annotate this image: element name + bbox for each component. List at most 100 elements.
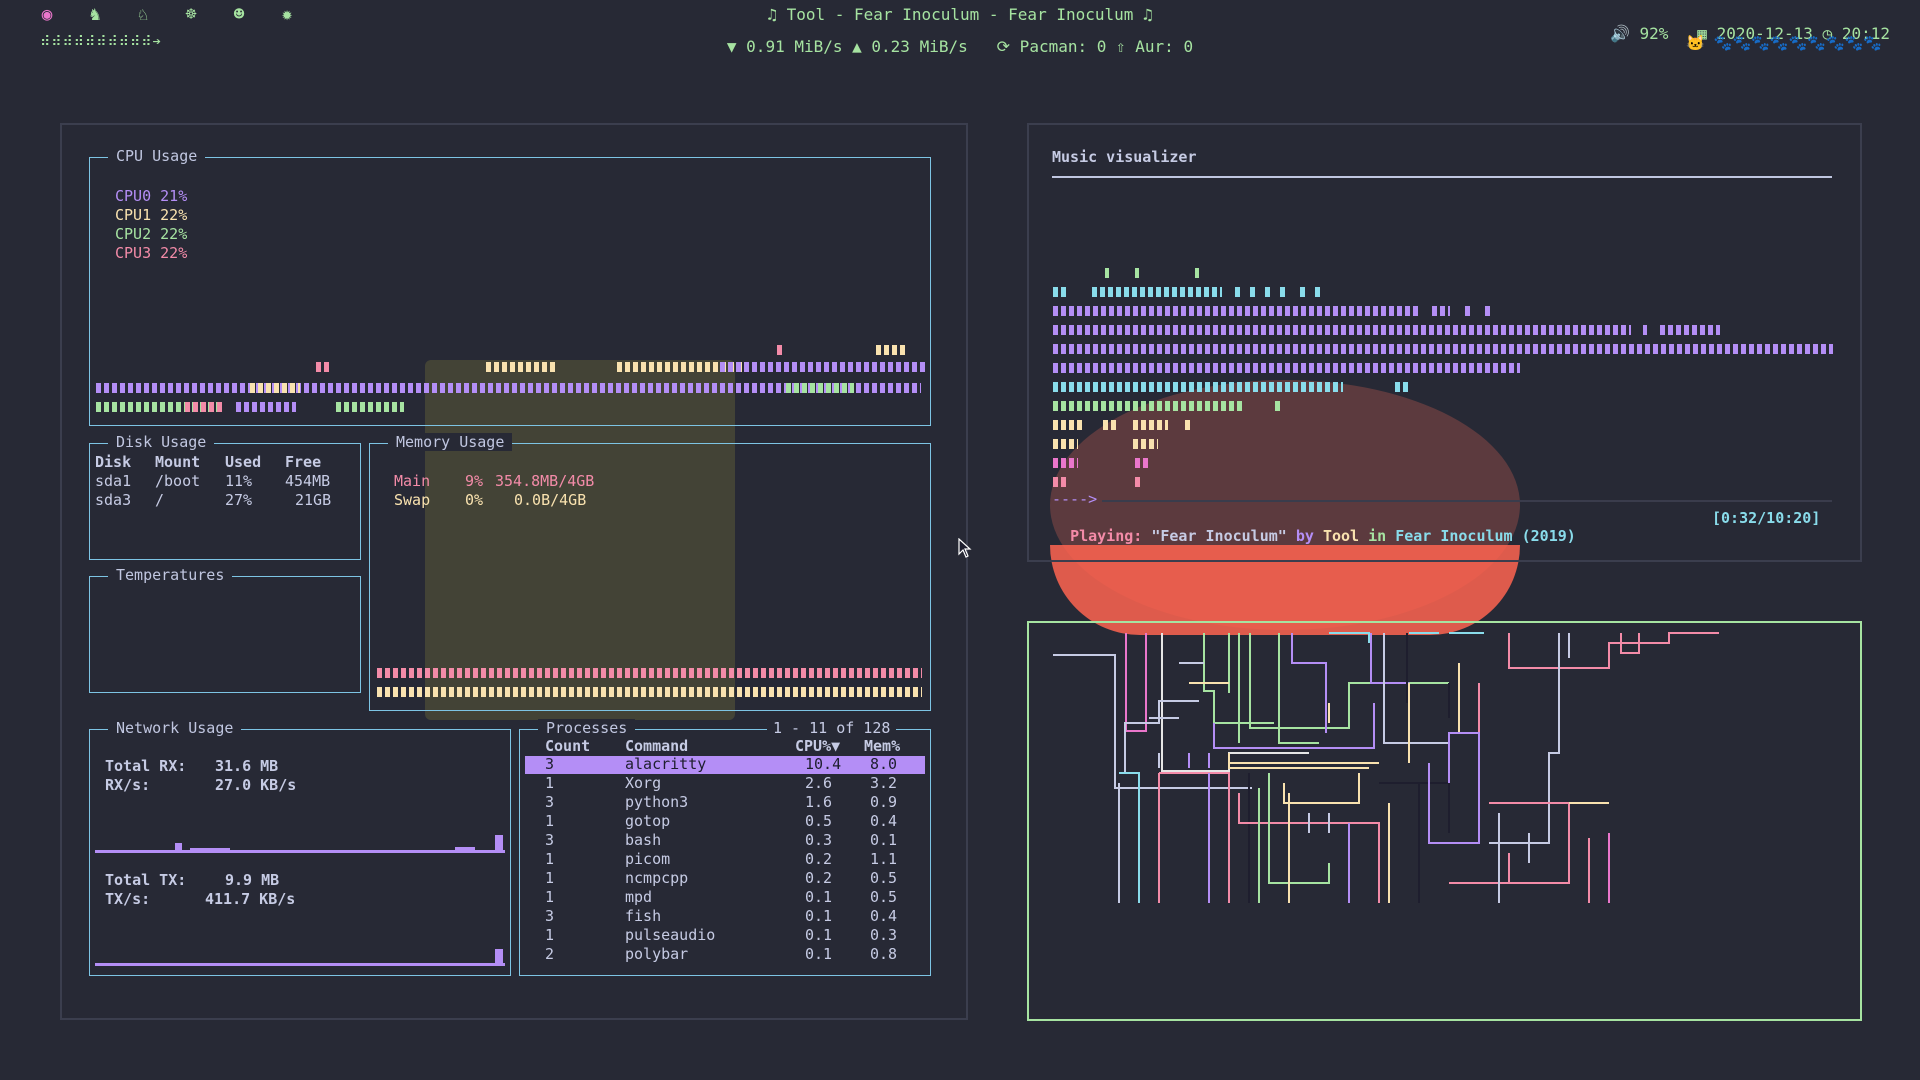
process-cell: ncmpcpp	[625, 869, 689, 887]
proc-header-cpu[interactable]: CPU%▼	[795, 737, 840, 755]
process-cell: 3	[545, 793, 555, 811]
spectrum-bar-segment	[1185, 420, 1190, 430]
spectrum-bar-segment	[1105, 268, 1109, 278]
spectrum-bar-segment	[1485, 306, 1490, 316]
memory-usage-title: Memory Usage	[388, 433, 513, 451]
rx-s-value: 27.0 KB/s	[215, 776, 297, 794]
volume-indicator[interactable]: 🔊 92%	[1610, 24, 1668, 43]
progress-line	[1102, 500, 1832, 502]
spectrum-bar-segment	[1235, 287, 1240, 297]
process-cell: mpd	[625, 888, 653, 906]
process-row[interactable]	[525, 813, 925, 831]
progress-arrow: ---->	[1052, 490, 1098, 508]
disk-header-disk: Disk	[95, 453, 132, 471]
process-cell: 1	[545, 812, 555, 830]
process-cell: 2	[545, 945, 555, 963]
song-time: [0:32/10:20]	[1712, 509, 1821, 527]
spectrum-bar-segment	[1092, 287, 1222, 297]
spectrum-bar-segment	[1300, 287, 1305, 297]
process-cell: 0.1	[805, 926, 833, 944]
temperatures-box: Temperatures	[89, 566, 361, 693]
process-cell: 2.6	[805, 774, 833, 792]
spectrum-bar-segment	[1053, 420, 1085, 430]
spectrum-bar-segment	[1053, 363, 1513, 373]
cpu-graph-row	[185, 402, 223, 412]
memory-swap-value: 0.0B/4GB	[514, 491, 587, 509]
spectrum-bar-segment	[1280, 287, 1285, 297]
disk-cell: sda3	[95, 491, 132, 509]
process-cell: 0.5	[870, 869, 898, 887]
process-cell: pulseaudio	[625, 926, 716, 944]
process-cell: 3	[545, 755, 555, 773]
cpu-graph-row	[336, 402, 404, 412]
disk-cell: /	[155, 491, 165, 509]
spectrum-bar-segment	[1660, 325, 1720, 335]
process-cell: 0.4	[870, 812, 898, 830]
process-row[interactable]	[525, 832, 925, 850]
disk-header-mount: Mount	[155, 453, 201, 471]
process-cell: 0.1	[870, 831, 898, 849]
spectrum-bar-segment	[1395, 382, 1410, 392]
paws-indicator: 🐱 🐾🐾🐾🐾🐾🐾🐾🐾🐾	[1686, 34, 1882, 52]
spectrum-bar-segment	[1265, 287, 1270, 297]
total-tx-value: 9.9 MB	[225, 871, 280, 889]
now-playing-line: Playing: "Fear Inoculum" by Tool in Fear…	[1052, 509, 1576, 545]
process-cell: 1.1	[870, 850, 898, 868]
music-visualizer-window[interactable]	[1027, 123, 1862, 562]
process-row[interactable]	[525, 946, 925, 964]
spectrum-bar-segment	[1133, 420, 1168, 430]
disk-usage-title: Disk Usage	[108, 433, 215, 451]
cpu-graph-row	[316, 362, 332, 372]
process-row[interactable]	[525, 851, 925, 869]
spectrum-bar-segment	[1053, 382, 1343, 392]
process-row[interactable]	[525, 908, 925, 926]
in-label: in	[1368, 527, 1387, 545]
spectrum-bar-segment	[1053, 325, 1631, 335]
spectrum-bar-segment	[1133, 439, 1158, 449]
spectrum-bar-segment	[1432, 306, 1450, 316]
album-name: Fear Inoculum (2019)	[1395, 527, 1576, 545]
spectrum-bar-segment	[1053, 306, 1420, 316]
process-cell: 0.1	[805, 888, 833, 906]
total-tx-label: Total TX:	[105, 871, 187, 889]
process-row[interactable]	[525, 889, 925, 907]
cpu0-label: CPU0 21%	[115, 187, 188, 205]
polybar: ◉ ♞ ♘ ☸ ☻ ✹ ⠾⠾⠾⠾⠾⠾⠾⠾⠾⠾➔ ♫ Tool - Fear In…	[0, 0, 1920, 60]
process-cell: picom	[625, 850, 671, 868]
spectrum-bar-segment	[1053, 401, 1243, 411]
cpu1-label: CPU1 22%	[115, 206, 188, 224]
process-cell: 0.2	[805, 850, 833, 868]
process-cell: 3	[545, 831, 555, 849]
process-row-selected[interactable]	[525, 756, 925, 774]
tx-s-value: 411.7 KB/s	[205, 890, 296, 908]
process-row[interactable]	[525, 775, 925, 793]
process-row[interactable]	[525, 870, 925, 888]
artist-name: Tool	[1322, 527, 1360, 545]
process-cell: 3	[545, 907, 555, 925]
memory-main-pct: 9%	[465, 472, 484, 490]
by-label: by	[1295, 527, 1314, 545]
process-cell: Xorg	[625, 774, 662, 792]
pipes-screensaver	[1053, 632, 1719, 903]
rx-graph	[95, 833, 505, 853]
process-cell: 0.4	[870, 907, 898, 925]
process-cell: 1	[545, 926, 555, 944]
memory-graph-swap	[377, 687, 922, 697]
net-speed: ▼ 0.91 MiB/s ▲ 0.23 MiB/s	[726, 37, 968, 56]
spectrum-bar-segment	[1275, 401, 1280, 411]
proc-header-mem[interactable]: Mem%	[864, 737, 900, 755]
process-row[interactable]	[525, 927, 925, 945]
process-cell: 0.1	[805, 945, 833, 963]
cpu-usage-title: CPU Usage	[108, 147, 206, 165]
process-cell: bash	[625, 831, 662, 849]
process-row[interactable]	[525, 794, 925, 812]
processes-title: Processes	[538, 719, 636, 737]
rx-s-label: RX/s:	[105, 776, 151, 794]
cpu-graph-row	[250, 383, 300, 393]
process-cell: 0.8	[870, 945, 898, 963]
proc-header-command: Command	[625, 737, 689, 755]
temperatures-title: Temperatures	[108, 566, 233, 584]
visualizer-divider	[1052, 176, 1832, 178]
cpu3-label: CPU3 22%	[115, 244, 188, 262]
process-cell: 10.4	[805, 755, 842, 773]
